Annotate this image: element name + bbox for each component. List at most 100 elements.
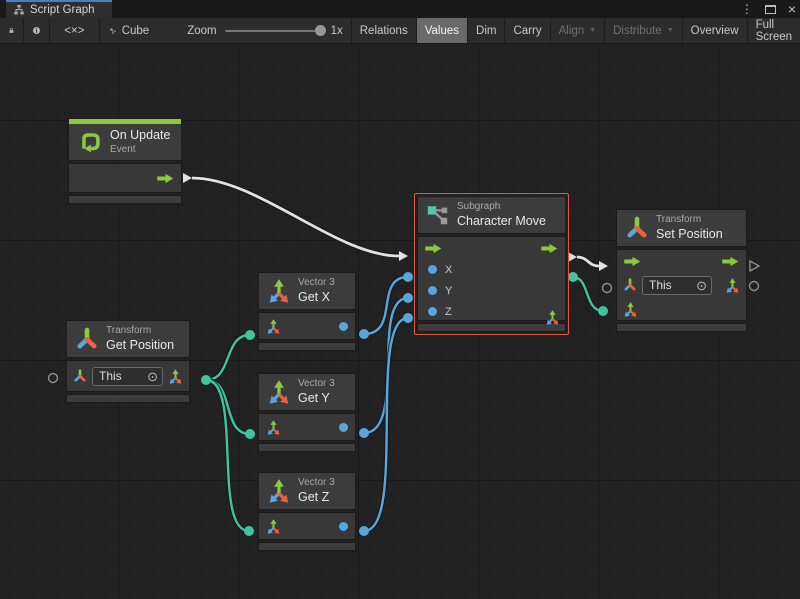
window-tab-bar: Script Graph ⋮ × [0,0,800,18]
overview-button[interactable]: Overview [683,18,748,43]
node-character-move[interactable]: Subgraph Character Move X Y Z [417,196,566,332]
relations-button[interactable]: Relations [352,18,417,43]
node-footer [258,443,356,452]
float-output-port[interactable] [359,428,369,438]
tab-script-graph[interactable]: Script Graph [6,0,112,18]
wire-exec-onupdate-to-charactermove[interactable] [183,173,408,261]
graph-inspector-button[interactable] [24,18,50,43]
node-category: Subgraph [457,201,546,214]
float-output-dot[interactable] [339,522,348,531]
chevron-down-icon: ▼ [589,27,596,34]
align-dropdown[interactable]: Align ▼ [551,18,606,43]
window-controls: ⋮ × [741,0,796,18]
exec-arrow-icon[interactable] [157,173,174,184]
distribute-dropdown[interactable]: Distribute ▼ [605,18,683,43]
float-port-dot[interactable] [428,265,437,274]
vector3-icon [267,279,291,303]
wire-float-getz-to-z[interactable] [359,313,413,536]
vector3-output-icon[interactable] [545,310,560,325]
vector3-input-icon[interactable] [266,519,281,534]
node-category: Vector 3 [298,378,335,391]
exec-in-arrow-icon[interactable] [624,256,641,267]
context-object-label[interactable]: Cube [122,25,150,37]
node-get-z[interactable]: Vector 3 Get Z [258,472,356,551]
window-menu-icon[interactable]: ⋮ [741,3,753,15]
zoom-slider[interactable] [225,30,323,32]
vector-input-port[interactable] [244,526,254,536]
input-row-y[interactable]: Y [418,280,565,301]
float-output-port[interactable] [359,329,369,339]
exec-in-arrow-icon[interactable] [425,243,442,254]
maximize-icon[interactable] [765,5,776,14]
node-category: Transform [656,214,723,227]
transform-input-icon[interactable] [623,278,637,292]
carry-button[interactable]: Carry [505,18,550,43]
unconnected-value-output-setposition[interactable] [750,282,759,291]
node-get-y[interactable]: Vector 3 Get Y [258,373,356,452]
zoom-slider-handle[interactable] [315,25,326,36]
exec-out-arrow-icon[interactable] [722,256,739,267]
dim-button[interactable]: Dim [468,18,505,43]
port-label-x: X [445,264,452,276]
unconnected-input-port-setposition[interactable] [603,284,612,293]
exec-out-arrow-icon[interactable] [541,243,558,254]
unconnected-input-port-getposition[interactable] [49,374,58,383]
input-row-x[interactable]: X [418,259,565,280]
graph-canvas[interactable]: On Update Event Subgraph Character Move [0,44,800,599]
vector-output-port[interactable] [568,272,578,282]
fullscreen-button[interactable]: Full Screen [748,18,800,43]
vector-input-port[interactable] [245,330,255,340]
close-icon[interactable]: × [788,2,796,16]
float-output-port[interactable] [359,526,369,536]
node-get-x[interactable]: Vector 3 Get X [258,272,356,351]
node-set-position[interactable]: Transform Set Position This ⊙ [616,209,747,332]
vector3-output-icon[interactable] [168,369,183,384]
lock-button[interactable] [0,18,24,43]
float-port-dot[interactable] [428,286,437,295]
unconnected-exec-output-setposition[interactable] [750,261,759,271]
preferences-button[interactable]: <×> [50,18,100,43]
wire-exec-charactermove-to-setposition[interactable] [568,252,608,271]
node-footer [258,542,356,551]
vector3-input-icon[interactable] [266,420,281,435]
target-icon[interactable]: ⊙ [147,370,158,383]
exec-input-port[interactable] [599,261,608,271]
graph-toolbar: <×> Cube Zoom 1x Relations Values Dim Ca… [0,18,800,44]
wire-vector-getposition-to-gety[interactable] [206,380,255,439]
wire-vector-getposition-to-getz[interactable] [206,380,254,536]
wire-vector-charactermove-to-setposition[interactable] [568,272,608,316]
node-on-update[interactable]: On Update Event [68,118,182,204]
port-label-y: Y [445,285,452,297]
this-field-value: This [649,278,672,292]
node-category: Vector 3 [298,477,335,490]
float-input-port-x[interactable] [403,272,413,282]
target-icon[interactable]: ⊙ [696,279,707,292]
node-get-position[interactable]: Transform Get Position This ⊙ [66,320,190,403]
float-output-dot[interactable] [339,423,348,432]
wire-vector-getposition-to-getx[interactable] [206,330,255,380]
vector-input-port[interactable] [598,306,608,316]
float-output-dot[interactable] [339,322,348,331]
code-icon: <×> [64,25,84,37]
float-port-dot[interactable] [428,307,437,316]
vector-output-port-getposition[interactable] [201,375,211,385]
vector3-input-icon[interactable] [266,319,281,334]
this-field[interactable]: This ⊙ [642,276,712,295]
zoom-control: Zoom 1x [187,25,343,37]
exec-input-port[interactable] [399,251,408,261]
wire-float-getx-to-x[interactable] [359,272,413,339]
vector3-output-icon[interactable] [725,278,740,293]
subgraph-icon [426,203,450,227]
vector-input-port[interactable] [245,429,255,439]
transform-input-icon[interactable] [73,369,87,383]
this-field[interactable]: This ⊙ [92,367,163,386]
float-input-port-y[interactable] [403,293,413,303]
exec-output-port[interactable] [568,252,577,262]
loop-event-icon [77,129,103,155]
exec-output-port[interactable] [183,173,192,183]
vector3-input-icon[interactable] [623,302,638,317]
node-title: Get Position [106,338,174,354]
float-input-port-z[interactable] [403,313,413,323]
values-button[interactable]: Values [417,18,468,43]
input-row-z[interactable]: Z [418,301,565,322]
